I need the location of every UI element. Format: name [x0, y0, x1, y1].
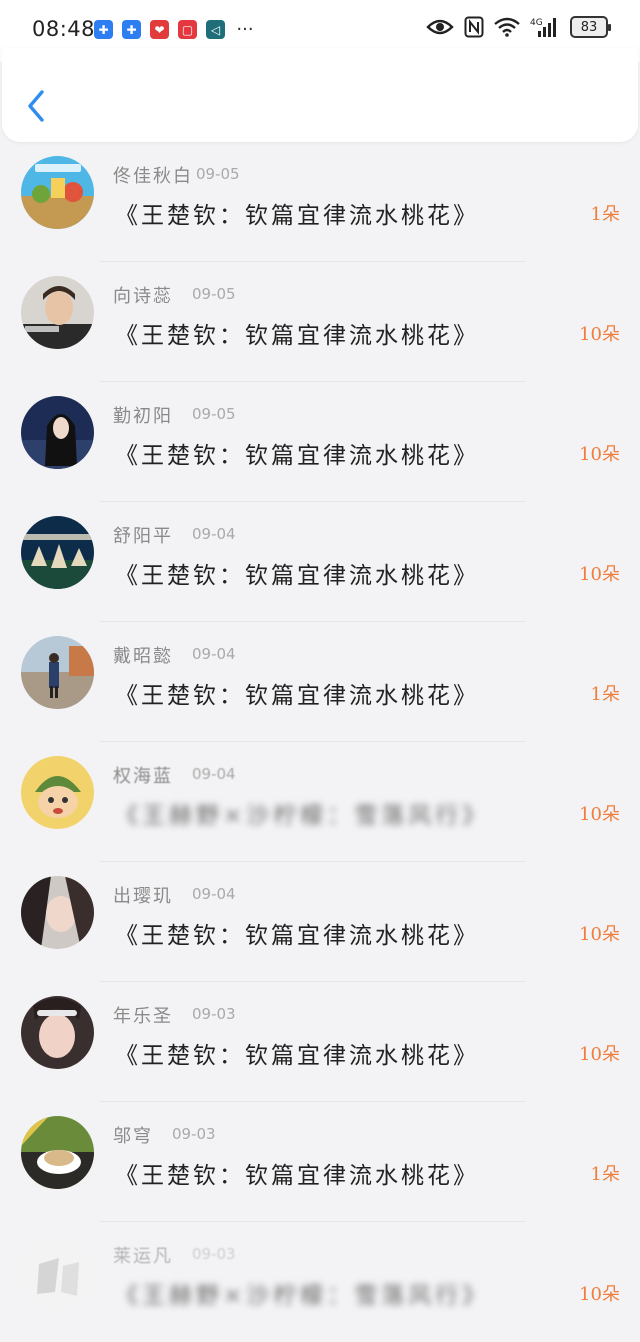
- sender-name: 舒阳平: [113, 526, 173, 547]
- flower-count: 10朵: [579, 1044, 620, 1065]
- gift-date: 09-04: [192, 765, 236, 783]
- gift-date: 09-05: [192, 405, 236, 423]
- gift-date: 09-04: [192, 885, 236, 903]
- back-button[interactable]: [22, 86, 52, 126]
- work-title: 《王赫野×沙柠檬：雪落风行》: [115, 803, 490, 829]
- avatar[interactable]: [21, 996, 94, 1069]
- gift-list: 佟佳秋白 09-05 《王楚钦：钦篇宜律流水桃花》 1朵 向诗蕊 09-05 《…: [0, 142, 640, 1342]
- flower-count: 10朵: [579, 924, 620, 945]
- flower-count: 10朵: [579, 324, 620, 345]
- avatar[interactable]: [21, 396, 94, 469]
- eye-icon: [426, 19, 454, 35]
- flower-count: 1朵: [590, 204, 620, 225]
- gift-date: 09-03: [172, 1125, 216, 1143]
- work-title: 《王楚钦：钦篇宜律流水桃花》: [115, 1163, 479, 1189]
- system-icons: 4G 83: [426, 16, 611, 38]
- gift-date: 09-04: [192, 645, 236, 663]
- gift-icon: ❤: [150, 20, 169, 39]
- flower-count: 1朵: [590, 1164, 620, 1185]
- sender-name: 年乐圣: [113, 1006, 173, 1027]
- notification-icons: ✚ ✚ ❤ ▢ ◁ ···: [94, 19, 256, 40]
- nav-bar: [2, 48, 638, 142]
- puzzle-icon: ✚: [94, 20, 113, 39]
- signal-icon: 4G: [530, 18, 556, 37]
- more-icon: ···: [236, 19, 254, 40]
- list-item[interactable]: 年乐圣 09-03 《王楚钦：钦篇宜律流水桃花》 10朵: [0, 982, 640, 1102]
- work-title: 《王楚钦：钦篇宜律流水桃花》: [115, 323, 479, 349]
- wifi-icon: [494, 17, 520, 37]
- gift-date: 09-05: [192, 285, 236, 303]
- sender-name: 邬穹: [113, 1126, 153, 1147]
- avatar[interactable]: [21, 156, 94, 229]
- work-title: 《王楚钦：钦篇宜律流水桃花》: [115, 1043, 479, 1069]
- flower-count: 10朵: [579, 804, 620, 825]
- work-title: 《王楚钦：钦篇宜律流水桃花》: [115, 443, 479, 469]
- list-item[interactable]: 舒阳平 09-04 《王楚钦：钦篇宜律流水桃花》 10朵: [0, 502, 640, 622]
- clock: 08:48: [32, 17, 96, 41]
- list-item[interactable]: 出璎玑 09-04 《王楚钦：钦篇宜律流水桃花》 10朵: [0, 862, 640, 982]
- gift-date: 09-05: [196, 165, 240, 183]
- sender-name: 权海蓝: [113, 766, 173, 787]
- sender-name: 戴昭懿: [113, 646, 173, 667]
- list-item[interactable]: 邬穹 09-03 《王楚钦：钦篇宜律流水桃花》 1朵: [0, 1102, 640, 1222]
- avatar[interactable]: [21, 876, 94, 949]
- sender-name: 向诗蕊: [113, 286, 173, 307]
- list-item[interactable]: 向诗蕊 09-05 《王楚钦：钦篇宜律流水桃花》 10朵: [0, 262, 640, 382]
- battery-icon: 83: [570, 16, 611, 38]
- list-item[interactable]: 权海蓝 09-04 《王赫野×沙柠檬：雪落风行》 10朵: [0, 742, 640, 862]
- flower-count: 1朵: [590, 684, 620, 705]
- sender-name: 佟佳秋白: [113, 166, 193, 187]
- chevron-left-icon: [28, 90, 44, 122]
- puzzle-icon: ✚: [122, 20, 141, 39]
- flower-count: 10朵: [579, 444, 620, 465]
- sender-name: 出璎玑: [113, 886, 173, 907]
- avatar[interactable]: [21, 1116, 94, 1189]
- avatar[interactable]: [21, 516, 94, 589]
- list-item[interactable]: 勤初阳 09-05 《王楚钦：钦篇宜律流水桃花》 10朵: [0, 382, 640, 502]
- flower-count: 10朵: [579, 1284, 620, 1305]
- gift-date: 09-03: [192, 1245, 236, 1263]
- avatar[interactable]: [21, 756, 94, 829]
- nfc-icon: [464, 16, 484, 38]
- gift-date: 09-03: [192, 1005, 236, 1023]
- sender-name: 莱运凡: [113, 1246, 173, 1267]
- work-title: 《王楚钦：钦篇宜律流水桃花》: [115, 683, 479, 709]
- avatar[interactable]: [21, 636, 94, 709]
- flower-count: 10朵: [579, 564, 620, 585]
- list-item[interactable]: 佟佳秋白 09-05 《王楚钦：钦篇宜律流水桃花》 1朵: [0, 142, 640, 262]
- work-title: 《王赫野×沙柠檬：雪落风行》: [115, 1283, 490, 1309]
- sender-name: 勤初阳: [113, 406, 173, 427]
- list-item[interactable]: 戴昭懿 09-04 《王楚钦：钦篇宜律流水桃花》 1朵: [0, 622, 640, 742]
- avatar[interactable]: [21, 276, 94, 349]
- mail-icon: ▢: [178, 20, 197, 39]
- work-title: 《王楚钦：钦篇宜律流水桃花》: [115, 923, 479, 949]
- list-item[interactable]: 莱运凡 09-03 《王赫野×沙柠檬：雪落风行》 10朵: [0, 1222, 640, 1342]
- avatar[interactable]: [21, 1236, 94, 1309]
- send-icon: ◁: [206, 20, 225, 39]
- work-title: 《王楚钦：钦篇宜律流水桃花》: [115, 563, 479, 589]
- svg-text:4G: 4G: [530, 18, 543, 28]
- gift-date: 09-04: [192, 525, 236, 543]
- work-title: 《王楚钦：钦篇宜律流水桃花》: [115, 203, 479, 229]
